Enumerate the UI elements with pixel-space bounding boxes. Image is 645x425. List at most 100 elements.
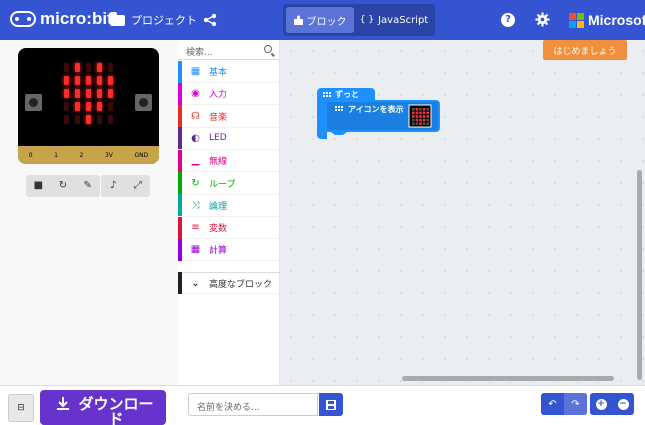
category-3[interactable]: ◐ LED: [178, 127, 280, 150]
category-1[interactable]: ◉ 入力: [178, 82, 280, 106]
download-icon: [57, 397, 69, 410]
mini-led-1-2[interactable]: [419, 111, 422, 115]
code-icon: { }: [359, 15, 375, 25]
fullscreen-icon[interactable]: ⤢: [133, 181, 143, 191]
projects-label: プロジェクト: [131, 14, 197, 27]
led-2-3: [97, 89, 102, 98]
pin-2[interactable]: 2: [80, 152, 84, 159]
category-color-bar: [178, 238, 182, 261]
stop-icon[interactable]: ■: [33, 181, 43, 191]
pin-3v[interactable]: 3V: [105, 152, 113, 159]
mini-led-0-0[interactable]: [412, 108, 415, 111]
help-icon[interactable]: ?: [501, 13, 515, 27]
folder-icon: [110, 11, 125, 26]
button-b[interactable]: [135, 94, 152, 111]
editor-mode-toggle: ブロック { } JavaScript: [283, 4, 435, 36]
mini-led-4-0[interactable]: [412, 122, 415, 125]
mini-led-3-4[interactable]: [426, 118, 429, 122]
search-placeholder: 検索...: [186, 48, 213, 58]
advanced-blocks[interactable]: ⌄ 高度なブロック: [178, 272, 280, 294]
mini-led-3-2[interactable]: [419, 118, 422, 122]
category-color-bar: [178, 172, 182, 194]
mini-led-0-1[interactable]: [415, 108, 419, 111]
loop-icon: ↻: [191, 177, 200, 189]
led-0-2: [86, 63, 91, 72]
restart-icon[interactable]: ↻: [58, 181, 68, 191]
horizontal-scrollbar[interactable]: [402, 376, 614, 381]
category-4[interactable]: ▁ 無線: [178, 149, 280, 173]
category-6[interactable]: ⤨ 論理: [178, 194, 280, 217]
toggle-icon: ◐: [191, 132, 200, 144]
category-color-bar: [178, 194, 182, 217]
logo-text: micro:bit: [40, 9, 113, 28]
mini-led-4-4[interactable]: [426, 122, 429, 125]
projects-button[interactable]: プロジェクト: [110, 11, 197, 28]
slowmo-icon[interactable]: ✎: [83, 181, 93, 191]
start-tutorial-button[interactable]: はじめましょう: [543, 40, 627, 60]
mini-led-1-1[interactable]: [415, 111, 419, 115]
mini-led-3-3[interactable]: [422, 118, 426, 122]
mini-led-2-0[interactable]: [412, 115, 415, 118]
mini-led-1-4[interactable]: [426, 111, 429, 115]
pin-0[interactable]: 0: [29, 152, 33, 159]
tab-javascript[interactable]: { } JavaScript: [356, 7, 432, 33]
mini-led-3-1[interactable]: [415, 118, 419, 122]
pin-strip[interactable]: 0 1 2 3V GND: [18, 146, 159, 164]
mini-led-4-1[interactable]: [415, 122, 419, 125]
mini-led-2-4[interactable]: [426, 115, 429, 118]
mini-led-1-3[interactable]: [422, 111, 426, 115]
led-4-0: [64, 115, 69, 124]
advanced-label: 高度なブロック: [209, 279, 273, 290]
category-color-bar: [178, 105, 182, 128]
led-0-0: [64, 63, 69, 72]
puzzle-icon: [293, 15, 303, 25]
mini-led-3-0[interactable]: [412, 118, 415, 122]
microsoft-logo[interactable]: Microsoft: [569, 12, 645, 28]
led-4-2: [86, 115, 91, 124]
redo-button[interactable]: ↷: [564, 393, 587, 415]
undo-button[interactable]: ↶: [541, 393, 564, 415]
download-button[interactable]: ダウンロード: [40, 390, 166, 425]
share-icon[interactable]: [203, 13, 217, 27]
microbit-board[interactable]: 0 1 2 3V GND: [18, 48, 159, 164]
zoom-in-button[interactable]: +: [590, 393, 612, 415]
save-button[interactable]: [319, 393, 343, 416]
led-4-4: [108, 115, 113, 124]
grid-icon: ▦: [190, 66, 201, 77]
mini-led-0-4[interactable]: [426, 108, 429, 111]
mini-led-2-3[interactable]: [422, 115, 426, 118]
button-a[interactable]: [25, 94, 42, 111]
search-input[interactable]: 検索...: [178, 40, 280, 60]
led-2-2: [86, 89, 91, 98]
mini-led-1-0[interactable]: [412, 111, 415, 115]
category-label: 基本: [209, 68, 228, 78]
toggle-simulator-button[interactable]: ⊟: [8, 394, 34, 422]
microbit-icon: [10, 11, 36, 27]
zoom-out-button[interactable]: −: [612, 393, 634, 415]
mini-led-4-3[interactable]: [422, 122, 426, 125]
category-0[interactable]: ▦ 基本: [178, 60, 280, 83]
chevron-down-icon: ⌄: [191, 277, 200, 289]
mini-led-4-2[interactable]: [419, 122, 422, 125]
mini-led-2-2[interactable]: [419, 115, 422, 118]
pin-gnd[interactable]: GND: [134, 152, 148, 159]
category-label: LED: [209, 133, 227, 144]
category-5[interactable]: ↻ ループ: [178, 172, 280, 195]
category-7[interactable]: ≡ 変数: [178, 216, 280, 240]
category-2[interactable]: ☊ 音楽: [178, 105, 280, 128]
mini-led-2-1[interactable]: [415, 115, 419, 118]
pin-1[interactable]: 1: [54, 152, 58, 159]
sim-controls: ■ ↻ ✎: [26, 175, 100, 197]
mini-led-0-2[interactable]: [419, 108, 422, 111]
top-bar: micro:bit プロジェクト ブロック { } JavaScript ? M…: [0, 0, 645, 40]
vertical-scrollbar[interactable]: [637, 170, 642, 380]
mini-led-0-3[interactable]: [422, 108, 426, 111]
project-name-input[interactable]: 名前を決める...: [188, 393, 318, 416]
microsoft-label: Microsoft: [588, 12, 645, 28]
led-matrix: [64, 63, 114, 125]
gear-icon[interactable]: [535, 12, 550, 27]
category-8[interactable]: ▦ 計算: [178, 238, 280, 262]
microbit-logo[interactable]: micro:bit: [10, 9, 113, 29]
tab-blocks[interactable]: ブロック: [286, 7, 354, 33]
sound-icon[interactable]: ♪: [108, 181, 118, 191]
